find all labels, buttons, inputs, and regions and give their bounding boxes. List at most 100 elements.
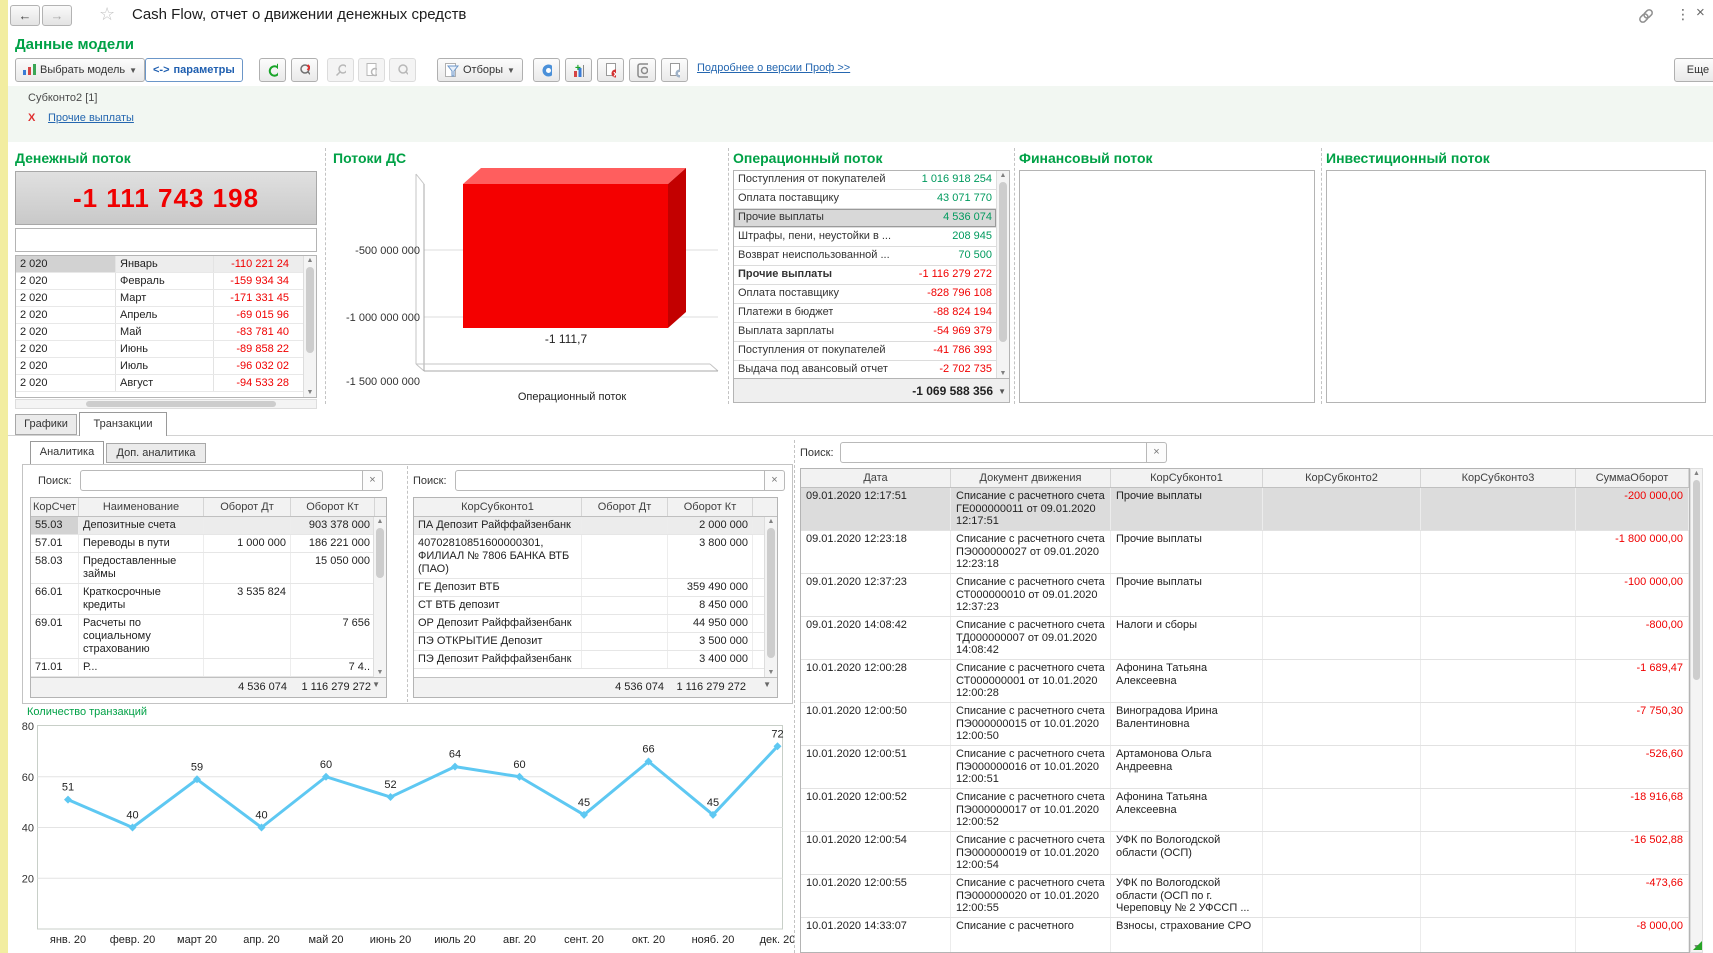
transaction-row[interactable]: 10.01.2020 12:00:50 Списание с расчетного… bbox=[801, 703, 1689, 746]
korsubconto1-cell: Виноградова Ирина Валентиновна bbox=[1111, 703, 1263, 745]
nav-back-button[interactable]: ← bbox=[10, 5, 40, 26]
column-header[interactable]: Оборот Дт bbox=[204, 498, 291, 516]
transaction-row[interactable]: 09.01.2020 12:17:51 Списание с расчетного… bbox=[801, 488, 1689, 531]
accounts-scrollbar[interactable]: ▲ ▼ bbox=[373, 517, 386, 677]
cancel-search-button[interactable] bbox=[291, 58, 318, 82]
column-header[interactable]: КорСубконто3 bbox=[1421, 469, 1576, 487]
subconto-search-input[interactable] bbox=[455, 470, 765, 491]
flow-list-row[interactable]: Возврат неиспользованной ... 70 500 bbox=[734, 247, 996, 266]
link-icon[interactable] bbox=[1638, 8, 1654, 29]
subtab-analytics[interactable]: Аналитика bbox=[30, 441, 104, 464]
pane-splitter[interactable] bbox=[794, 440, 795, 953]
transaction-row[interactable]: 10.01.2020 12:00:54 Списание с расчетного… bbox=[801, 832, 1689, 875]
more-button[interactable]: Еще bbox=[1674, 58, 1713, 82]
transaction-row[interactable]: 10.01.2020 12:00:52 Списание с расчетного… bbox=[801, 789, 1689, 832]
flow-list-row[interactable]: Поступления от покупателей 1 016 918 254 bbox=[734, 171, 996, 190]
filters-button[interactable]: Отборы ▼ bbox=[437, 58, 523, 82]
accounts-table-row[interactable]: 58.03 Предоставленные займы 15 050 000 bbox=[31, 553, 386, 584]
cash-table-row[interactable]: 2 020 Июль -96 032 02 bbox=[16, 358, 316, 375]
cash-table-hscrollbar[interactable] bbox=[15, 399, 317, 409]
column-header[interactable]: Документ движения bbox=[951, 469, 1111, 487]
transactions-scrollbar[interactable]: ▲ ▼ bbox=[1690, 468, 1703, 953]
column-header[interactable]: КорСубконто2 bbox=[1263, 469, 1421, 487]
transaction-row[interactable]: 10.01.2020 12:00:28 Списание с расчетного… bbox=[801, 660, 1689, 703]
chevron-down-icon[interactable]: ▼ bbox=[998, 387, 1006, 396]
flow-list-row[interactable]: Прочие выплаты 4 536 074 bbox=[734, 209, 996, 228]
refresh-button[interactable] bbox=[259, 58, 286, 82]
flow-list-row[interactable]: Прочие выплаты -1 116 279 272 bbox=[734, 266, 996, 285]
favorite-star-icon[interactable]: ☆ bbox=[99, 4, 115, 25]
cash-table-row[interactable]: 2 020 Май -83 781 40 bbox=[16, 324, 316, 341]
bar-value-label: -1 111,7 bbox=[545, 332, 588, 346]
subconto-table-row[interactable]: ПЭ Депозит Райффайзенбанк 3 400 000 bbox=[414, 651, 777, 669]
parameters-button[interactable]: <-> параметры bbox=[145, 58, 243, 82]
clear-search-icon[interactable]: × bbox=[363, 470, 383, 491]
remove-filter-icon[interactable]: X bbox=[28, 112, 35, 124]
tab-charts[interactable]: Графики bbox=[15, 414, 77, 435]
transactions-search-input[interactable] bbox=[840, 442, 1147, 463]
cash-year-cell: 2 020 bbox=[16, 358, 116, 374]
subconto-table-row[interactable]: 40702810851600000301, ФИЛИАЛ № 7806 БАНК… bbox=[414, 535, 777, 579]
clear-search-icon[interactable]: × bbox=[765, 470, 785, 491]
column-header[interactable]: Оборот Кт bbox=[668, 498, 753, 516]
column-header[interactable]: Оборот Кт bbox=[291, 498, 375, 516]
column-header[interactable]: Наименование bbox=[79, 498, 204, 516]
report-settings-button[interactable] bbox=[661, 58, 688, 82]
column-splitter[interactable] bbox=[407, 466, 408, 702]
column-header[interactable]: КорСубконто1 bbox=[414, 498, 582, 516]
accounts-table-row[interactable]: 55.03 Депозитные счета 903 378 000 bbox=[31, 517, 386, 535]
column-header[interactable]: СуммаОборот bbox=[1576, 469, 1689, 487]
remove-data-button[interactable]: x bbox=[597, 58, 624, 82]
cash-table-row[interactable]: 2 020 Апрель -69 015 96 bbox=[16, 307, 316, 324]
chevron-down-icon[interactable]: ▼ bbox=[368, 677, 384, 692]
snapshot-button[interactable] bbox=[629, 58, 656, 82]
subconto-table-row[interactable]: ПЭ ОТКРЫТИЕ Депозит 3 500 000 bbox=[414, 633, 777, 651]
column-header[interactable]: КорСчет bbox=[31, 498, 79, 516]
cash-table-row[interactable]: 2 020 Январь -110 221 24 bbox=[16, 256, 316, 273]
column-header[interactable]: Оборот Дт bbox=[582, 498, 668, 516]
flow-list-row[interactable]: Оплата поставщику -828 796 108 bbox=[734, 285, 996, 304]
bar-front-face[interactable] bbox=[463, 184, 668, 328]
flow-list-row[interactable]: Оплата поставщику 43 071 770 bbox=[734, 190, 996, 209]
tab-transactions[interactable]: Транзакции bbox=[79, 412, 167, 436]
cash-table-row[interactable]: 2 020 Июнь -89 858 22 bbox=[16, 341, 316, 358]
accounts-table-row[interactable]: 69.01 Расчеты по социальному страхованию 7… bbox=[31, 615, 386, 659]
filter-item-link[interactable]: Прочие выплаты bbox=[48, 112, 134, 124]
clear-search-icon[interactable]: × bbox=[1147, 442, 1167, 463]
version-info-link[interactable]: Подробнее о версии Проф >> bbox=[697, 62, 850, 74]
add-chart-button[interactable]: + bbox=[565, 58, 592, 82]
cash-table-row[interactable]: 2 020 Март -171 331 45 bbox=[16, 290, 316, 307]
subconto-table-row[interactable]: ПА Депозит Райффайзенбанк 2 000 000 bbox=[414, 517, 777, 535]
column-header[interactable]: КорСубконто1 bbox=[1111, 469, 1263, 487]
accounts-table-row[interactable]: 57.01 Переводы в пути 1 000 000 186 221 000 bbox=[31, 535, 386, 553]
column-header[interactable]: Дата bbox=[801, 469, 951, 487]
close-icon[interactable]: × bbox=[1696, 4, 1705, 21]
flow-list-row[interactable]: Выплата зарплаты -54 969 379 bbox=[734, 323, 996, 342]
transaction-row[interactable]: 09.01.2020 12:23:18 Списание с расчетного… bbox=[801, 531, 1689, 574]
transaction-row[interactable]: 10.01.2020 14:33:07 Списание с расчетного… bbox=[801, 918, 1689, 952]
flow-list-row[interactable]: Штрафы, пени, неустойки в ... 208 945 bbox=[734, 228, 996, 247]
subconto-table-row[interactable]: ГЕ Депозит ВТБ 359 490 000 bbox=[414, 579, 777, 597]
subtab-extra-analytics[interactable]: Доп. аналитика bbox=[106, 443, 206, 463]
transaction-row[interactable]: 09.01.2020 14:08:42 Списание с расчетного… bbox=[801, 617, 1689, 660]
subconto-scrollbar[interactable]: ▲ ▼ bbox=[764, 517, 777, 677]
select-model-button[interactable]: Выбрать модель ▼ bbox=[15, 58, 146, 82]
chevron-down-icon[interactable]: ▼ bbox=[759, 677, 775, 692]
accounts-table-row[interactable]: 71.01 Р... 7 4.. bbox=[31, 659, 386, 677]
cash-table-row[interactable]: 2 020 Август -94 533 28 bbox=[16, 375, 316, 392]
nav-forward-button[interactable]: → bbox=[42, 5, 72, 26]
flow-list-row[interactable]: Поступления от покупателей -41 786 393 bbox=[734, 342, 996, 361]
settings-button[interactable] bbox=[533, 58, 560, 82]
subconto-table-row[interactable]: СТ ВТБ депозит 8 450 000 bbox=[414, 597, 777, 615]
operational-scrollbar[interactable]: ▲ ▼ bbox=[996, 171, 1009, 378]
transaction-row[interactable]: 10.01.2020 12:00:51 Списание с расчетного… bbox=[801, 746, 1689, 789]
accounts-table-row[interactable]: 66.01 Краткосрочные кредиты 3 535 824 bbox=[31, 584, 386, 615]
menu-kebab-icon[interactable]: ⋮ bbox=[1676, 6, 1690, 23]
transaction-row[interactable]: 10.01.2020 12:00:55 Списание с расчетного… bbox=[801, 875, 1689, 918]
cash-table-scrollbar[interactable]: ▲ ▼ bbox=[303, 256, 316, 397]
accounts-search-input[interactable] bbox=[80, 470, 363, 491]
subconto-table-row[interactable]: ОР Депозит Райффайзенбанк 44 950 000 bbox=[414, 615, 777, 633]
flow-list-row[interactable]: Платежи в бюджет -88 824 194 bbox=[734, 304, 996, 323]
transaction-row[interactable]: 09.01.2020 12:37:23 Списание с расчетного… bbox=[801, 574, 1689, 617]
cash-table-row[interactable]: 2 020 Февраль -159 934 34 bbox=[16, 273, 316, 290]
